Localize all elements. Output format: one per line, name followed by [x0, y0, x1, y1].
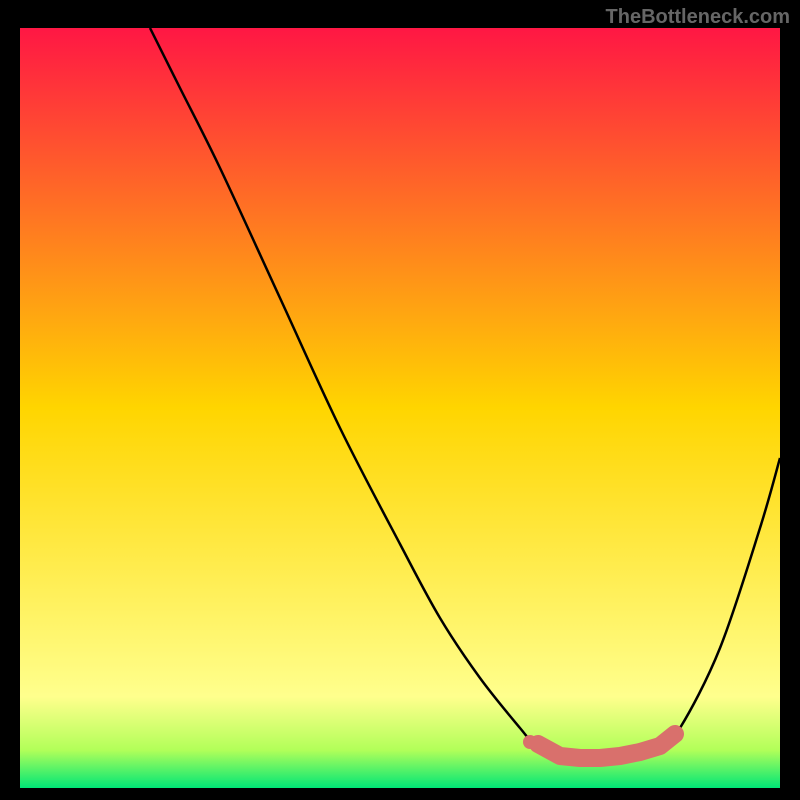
watermark-text: TheBottleneck.com [606, 6, 790, 29]
plot-area [20, 28, 780, 788]
chart-svg [20, 28, 780, 788]
chart-container: TheBottleneck.com [0, 0, 800, 800]
optimal-range-start-dot [523, 735, 537, 749]
gradient-background [20, 28, 780, 788]
